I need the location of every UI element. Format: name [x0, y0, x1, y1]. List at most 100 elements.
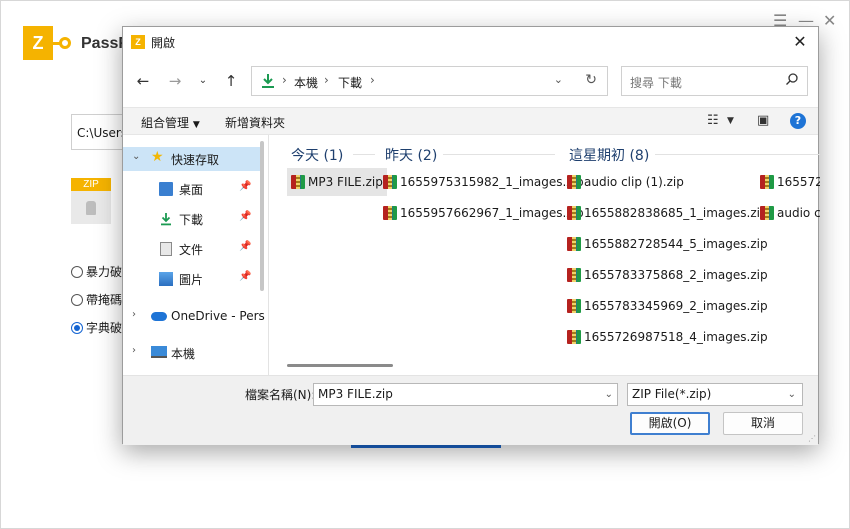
view-options-icon[interactable]: ☷ — [707, 113, 719, 128]
expand-chevron-icon[interactable]: › — [132, 345, 136, 356]
dialog-titlebar: Z 開啟 ✕ — [123, 27, 818, 57]
file-name: 1655975315982_1_images.zip — [400, 175, 584, 189]
winrar-zip-icon — [291, 175, 305, 189]
radio-button[interactable] — [71, 321, 83, 334]
nav-downloads[interactable]: 下載 📌 — [123, 207, 261, 231]
file-name: 1655882728544_5_images.zip — [584, 237, 768, 251]
breadcrumb-downloads[interactable]: 下載 — [338, 74, 362, 91]
refresh-icon[interactable]: ↻ — [585, 72, 597, 88]
nav-onedrive[interactable]: › OneDrive - Pers — [123, 305, 265, 329]
file-name: 1655726987518_4_images.zip — [584, 330, 768, 344]
open-button[interactable]: 開啟(O) — [630, 412, 710, 435]
radio-dictionary-attack[interactable]: 字典破解 — [71, 319, 123, 336]
forward-arrow-icon[interactable]: → — [165, 71, 185, 91]
key-logo-icon — [53, 37, 73, 49]
radio-label: 帶掩碼攻 — [86, 293, 123, 307]
zip-lock-icon — [71, 191, 111, 224]
nav-this-pc[interactable]: › 本機 — [123, 341, 261, 365]
zip-file-tag: ZIP — [71, 178, 111, 191]
expand-chevron-icon[interactable]: › — [132, 309, 136, 320]
radio-label: 字典破解 — [86, 321, 123, 335]
close-icon[interactable]: ✕ — [823, 11, 836, 30]
breadcrumb-chevron-icon[interactable]: › — [370, 73, 375, 87]
organize-label: 組合管理 — [141, 116, 190, 130]
group-header-today[interactable]: 今天 (1) — [291, 145, 343, 165]
file-name: audio clip (1).zip — [584, 175, 684, 189]
file-item[interactable]: MP3 FILE.zip — [287, 168, 387, 196]
pictures-icon — [159, 272, 173, 286]
horizontal-scrollbar[interactable] — [287, 364, 393, 367]
file-item[interactable]: 1655975315982_1_images.zip — [383, 168, 584, 196]
dialog-footer: 檔案名稱(N): MP3 FILE.zip ⌄ ZIP File(*.zip) … — [123, 375, 818, 445]
nav-scrollbar[interactable] — [260, 141, 264, 291]
resize-grip-icon[interactable]: ⋰ — [808, 434, 816, 443]
file-item[interactable]: 1655957662967_1_images.zip — [383, 199, 584, 227]
organize-menu[interactable]: 組合管理 ▼ — [141, 114, 200, 131]
search-box[interactable]: 搜尋 下載 — [621, 66, 808, 96]
radio-button[interactable] — [71, 265, 83, 278]
preview-pane-icon[interactable]: ▣ — [757, 113, 769, 128]
nav-pictures[interactable]: 圖片 📌 — [123, 267, 261, 291]
chevron-down-icon[interactable]: ⌄ — [605, 384, 613, 405]
file-item[interactable]: 1655783345969_2_images.zip — [567, 292, 768, 320]
nav-label: OneDrive - Pers — [171, 309, 265, 323]
winrar-zip-icon — [567, 299, 581, 313]
radio-button[interactable] — [71, 293, 83, 306]
breadcrumb-chevron-icon[interactable]: › — [324, 73, 329, 87]
dialog-title: 開啟 — [151, 36, 176, 50]
winrar-zip-icon — [760, 175, 774, 189]
view-dropdown-icon[interactable]: ▼ — [727, 116, 734, 126]
file-item[interactable]: 1655882838685_1_images.zip — [567, 199, 768, 227]
document-icon — [160, 242, 172, 256]
search-input[interactable]: 搜尋 下載 — [630, 74, 682, 91]
desktop-icon — [159, 182, 173, 196]
new-folder-button[interactable]: 新增資料夾 — [225, 114, 285, 131]
group-header-yesterday[interactable]: 昨天 (2) — [385, 145, 437, 165]
file-item[interactable]: 1655882728544_5_images.zip — [567, 230, 768, 258]
open-file-dialog: Z 開啟 ✕ ← → ⌄ ↑ › 本機 › 下載 › ⌄ ↻ 搜尋 下載 組合管… — [122, 26, 820, 445]
breadcrumb-chevron-icon[interactable]: › — [282, 73, 287, 87]
radio-mask-attack[interactable]: 帶掩碼攻 — [71, 291, 123, 308]
file-name: 1655783375868_2_images.zip — [584, 268, 768, 282]
file-item[interactable]: audio clip (1).zip — [567, 168, 684, 196]
computer-icon — [151, 346, 167, 358]
winrar-zip-icon — [383, 175, 397, 189]
nav-label: 下載 — [179, 213, 204, 227]
file-item[interactable]: audio clip — [760, 199, 820, 227]
file-name: 1655783345969_2_images.zip — [584, 299, 768, 313]
filename-label: 檔案名稱(N): — [245, 388, 316, 402]
help-icon[interactable]: ? — [790, 113, 806, 129]
file-item[interactable]: 16557269 — [760, 168, 820, 196]
address-bar[interactable]: › 本機 › 下載 › ⌄ ↻ — [251, 66, 608, 96]
nav-label: 快速存取 — [171, 153, 220, 167]
download-icon — [161, 213, 171, 226]
nav-label: 桌面 — [179, 183, 204, 197]
file-item[interactable]: 1655783375868_2_images.zip — [567, 261, 768, 289]
dialog-close-button[interactable]: ✕ — [788, 30, 812, 54]
nav-documents[interactable]: 文件 📌 — [123, 237, 261, 261]
expand-chevron-icon[interactable]: ⌄ — [132, 151, 140, 162]
navigation-pane: ⌄ ★ 快速存取 桌面 📌 下載 📌 文件 📌 圖片 📌 › OneDrive … — [123, 135, 269, 375]
up-arrow-icon[interactable]: ↑ — [221, 71, 241, 91]
file-name: MP3 FILE.zip — [308, 175, 383, 189]
winrar-zip-icon — [760, 206, 774, 220]
group-divider — [443, 154, 555, 155]
address-dropdown-icon[interactable]: ⌄ — [554, 73, 563, 86]
filetype-value: ZIP File(*.zip) — [632, 387, 712, 401]
file-item[interactable]: 1655726987518_4_images.zip — [567, 323, 768, 351]
star-icon: ★ — [151, 149, 164, 165]
recent-locations-chevron-icon[interactable]: ⌄ — [193, 71, 213, 91]
chevron-down-icon[interactable]: ⌄ — [788, 384, 796, 405]
cancel-button[interactable]: 取消 — [723, 412, 803, 435]
pin-icon: 📌 — [239, 211, 252, 222]
group-header-earlier[interactable]: 這星期初 (8) — [569, 145, 649, 165]
radio-brute-force[interactable]: 暴力破解 — [71, 263, 123, 280]
nav-desktop[interactable]: 桌面 📌 — [123, 177, 261, 201]
breadcrumb-this-pc[interactable]: 本機 — [294, 74, 318, 91]
filename-input[interactable]: MP3 FILE.zip ⌄ — [313, 383, 618, 406]
filetype-select[interactable]: ZIP File(*.zip) ⌄ — [627, 383, 803, 406]
back-arrow-icon[interactable]: ← — [133, 71, 153, 91]
winrar-zip-icon — [567, 237, 581, 251]
nav-quick-access[interactable]: ⌄ ★ 快速存取 — [123, 147, 261, 171]
winrar-zip-icon — [567, 175, 581, 189]
